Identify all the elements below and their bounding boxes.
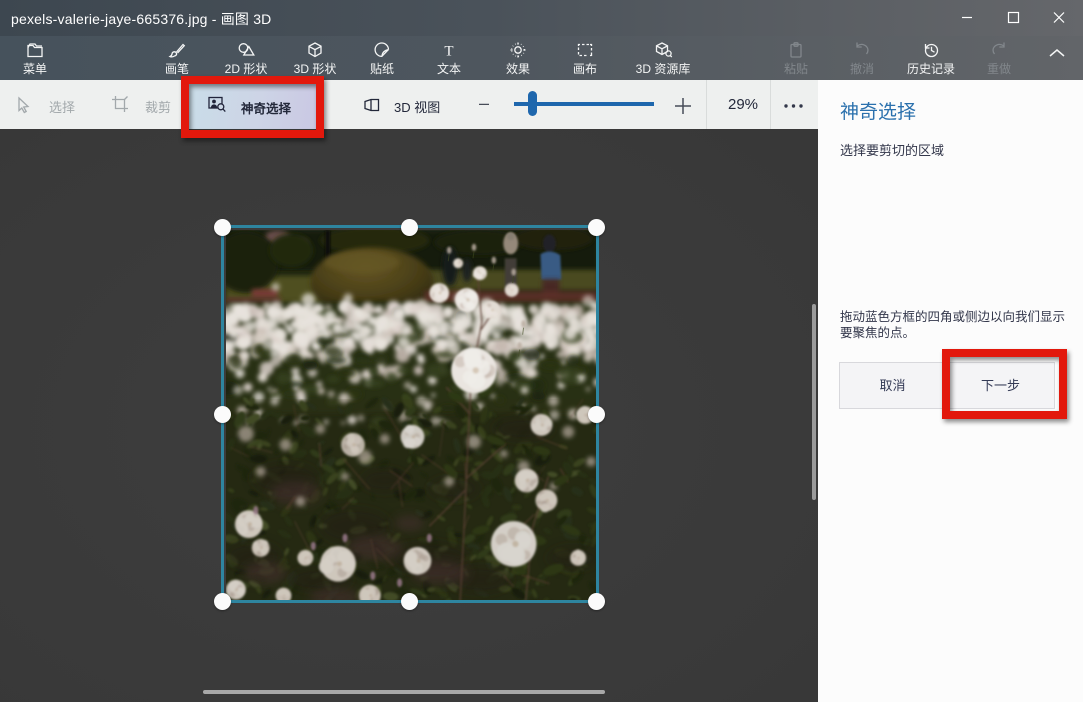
- svg-text:T: T: [444, 44, 453, 60]
